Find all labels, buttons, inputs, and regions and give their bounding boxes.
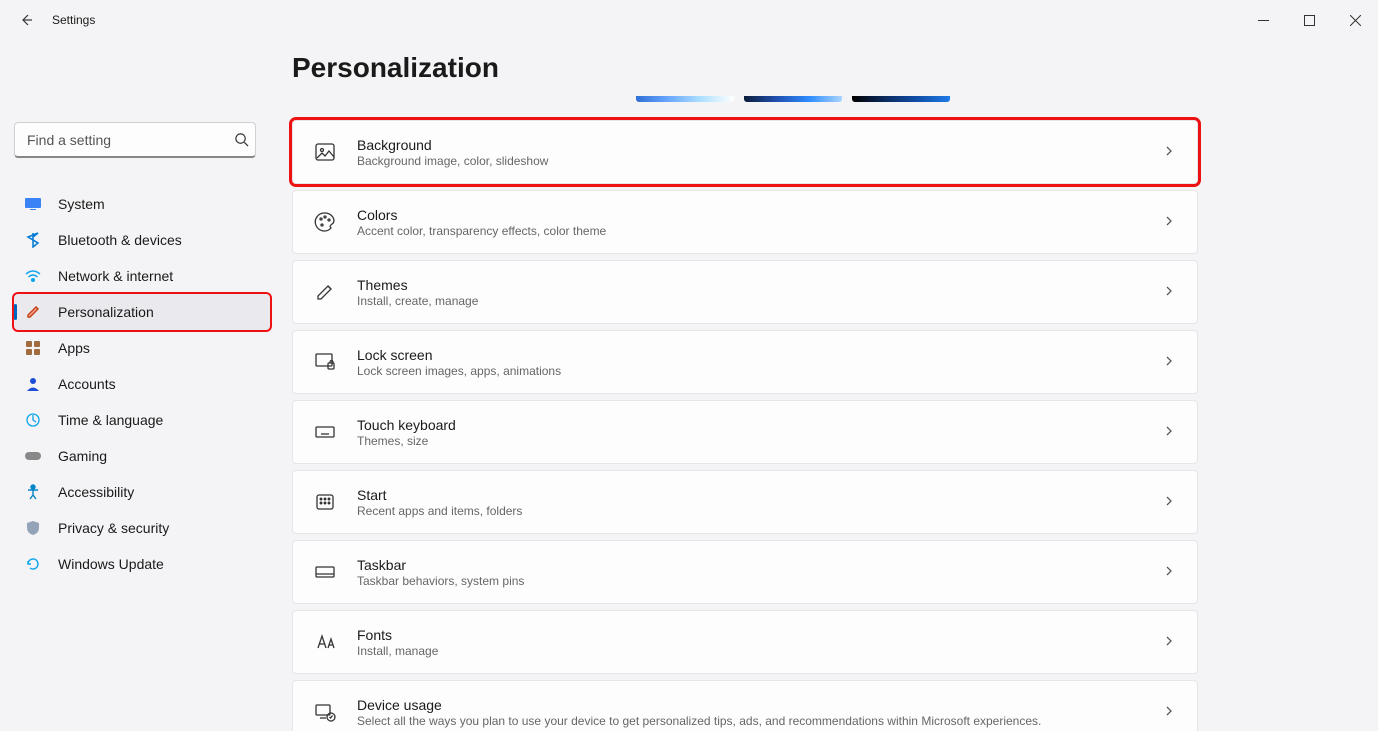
- card-subtitle: Accent color, transparency effects, colo…: [357, 224, 1143, 238]
- card-subtitle: Taskbar behaviors, system pins: [357, 574, 1143, 588]
- minimize-icon: [1258, 15, 1269, 26]
- sidebar-item-gaming[interactable]: Gaming: [14, 438, 270, 474]
- keyboard-icon: [313, 420, 337, 444]
- card-title: Device usage: [357, 697, 1143, 713]
- card-colors[interactable]: Colors Accent color, transparency effect…: [292, 190, 1198, 254]
- card-subtitle: Install, manage: [357, 644, 1143, 658]
- sidebar-item-label: Accessibility: [58, 484, 134, 500]
- card-taskbar[interactable]: Taskbar Taskbar behaviors, system pins: [292, 540, 1198, 604]
- sidebar-item-label: Time & language: [58, 412, 163, 428]
- card-title: Colors: [357, 207, 1143, 223]
- image-icon: [313, 140, 337, 164]
- theme-thumbnail-strip: [636, 96, 1198, 102]
- display-icon: [24, 195, 42, 213]
- card-title: Start: [357, 487, 1143, 503]
- paintbrush-icon: [24, 303, 42, 321]
- card-title: Fonts: [357, 627, 1143, 643]
- card-subtitle: Background image, color, slideshow: [357, 154, 1143, 168]
- card-title: Lock screen: [357, 347, 1143, 363]
- app-title: Settings: [52, 13, 95, 27]
- globe-clock-icon: [24, 411, 42, 429]
- sidebar-item-label: Network & internet: [58, 268, 173, 284]
- page-title: Personalization: [292, 52, 1198, 84]
- minimize-button[interactable]: [1240, 0, 1286, 40]
- search-input[interactable]: [14, 122, 256, 158]
- sidebar-item-privacy[interactable]: Privacy & security: [14, 510, 270, 546]
- sidebar: System Bluetooth & devices Network & int…: [0, 40, 280, 731]
- sidebar-item-accounts[interactable]: Accounts: [14, 366, 270, 402]
- search-icon: [234, 132, 250, 148]
- sidebar-item-label: Apps: [58, 340, 90, 356]
- sidebar-item-bluetooth[interactable]: Bluetooth & devices: [14, 222, 270, 258]
- sidebar-item-network[interactable]: Network & internet: [14, 258, 270, 294]
- bluetooth-icon: [24, 231, 42, 249]
- sidebar-item-accessibility[interactable]: Accessibility: [14, 474, 270, 510]
- close-icon: [1350, 15, 1361, 26]
- sidebar-item-label: System: [58, 196, 105, 212]
- device-check-icon: [313, 700, 337, 724]
- sidebar-item-system[interactable]: System: [14, 186, 270, 222]
- wifi-icon: [24, 267, 42, 285]
- sidebar-item-time-language[interactable]: Time & language: [14, 402, 270, 438]
- card-fonts[interactable]: Fonts Install, manage: [292, 610, 1198, 674]
- chevron-right-icon: [1163, 285, 1177, 299]
- update-icon: [24, 555, 42, 573]
- theme-thumb[interactable]: [852, 96, 950, 102]
- sidebar-item-label: Gaming: [58, 448, 107, 464]
- content-area: Personalization Background Background im…: [280, 40, 1378, 731]
- palette-icon: [313, 210, 337, 234]
- theme-thumb[interactable]: [636, 96, 734, 102]
- maximize-icon: [1304, 15, 1315, 26]
- close-button[interactable]: [1332, 0, 1378, 40]
- card-subtitle: Recent apps and items, folders: [357, 504, 1143, 518]
- sidebar-item-windows-update[interactable]: Windows Update: [14, 546, 270, 582]
- card-lock-screen[interactable]: Lock screen Lock screen images, apps, an…: [292, 330, 1198, 394]
- titlebar: Settings: [0, 0, 1378, 40]
- card-subtitle: Select all the ways you plan to use your…: [357, 714, 1143, 728]
- apps-icon: [24, 339, 42, 357]
- card-touch-keyboard[interactable]: Touch keyboard Themes, size: [292, 400, 1198, 464]
- card-background[interactable]: Background Background image, color, slid…: [292, 120, 1198, 184]
- gamepad-icon: [24, 447, 42, 465]
- lock-monitor-icon: [313, 350, 337, 374]
- chevron-right-icon: [1163, 355, 1177, 369]
- card-device-usage[interactable]: Device usage Select all the ways you pla…: [292, 680, 1198, 731]
- sidebar-item-label: Bluetooth & devices: [58, 232, 182, 248]
- chevron-right-icon: [1163, 425, 1177, 439]
- theme-thumb[interactable]: [744, 96, 842, 102]
- sidebar-item-label: Accounts: [58, 376, 116, 392]
- chevron-right-icon: [1163, 565, 1177, 579]
- shield-icon: [24, 519, 42, 537]
- chevron-right-icon: [1163, 215, 1177, 229]
- card-subtitle: Themes, size: [357, 434, 1143, 448]
- card-start[interactable]: Start Recent apps and items, folders: [292, 470, 1198, 534]
- accessibility-icon: [24, 483, 42, 501]
- arrow-left-icon: [18, 12, 34, 28]
- person-icon: [24, 375, 42, 393]
- card-themes[interactable]: Themes Install, create, manage: [292, 260, 1198, 324]
- sidebar-item-label: Personalization: [58, 304, 154, 320]
- sidebar-item-label: Windows Update: [58, 556, 164, 572]
- chevron-right-icon: [1163, 495, 1177, 509]
- brush-icon: [313, 280, 337, 304]
- sidebar-item-personalization[interactable]: Personalization: [14, 294, 270, 330]
- card-title: Taskbar: [357, 557, 1143, 573]
- chevron-right-icon: [1163, 635, 1177, 649]
- maximize-button[interactable]: [1286, 0, 1332, 40]
- taskbar-icon: [313, 560, 337, 584]
- card-subtitle: Lock screen images, apps, animations: [357, 364, 1143, 378]
- chevron-right-icon: [1163, 145, 1177, 159]
- fonts-icon: [313, 630, 337, 654]
- sidebar-item-apps[interactable]: Apps: [14, 330, 270, 366]
- sidebar-item-label: Privacy & security: [58, 520, 169, 536]
- start-grid-icon: [313, 490, 337, 514]
- card-title: Touch keyboard: [357, 417, 1143, 433]
- chevron-right-icon: [1163, 705, 1177, 719]
- card-subtitle: Install, create, manage: [357, 294, 1143, 308]
- back-button[interactable]: [16, 10, 36, 30]
- card-title: Background: [357, 137, 1143, 153]
- card-title: Themes: [357, 277, 1143, 293]
